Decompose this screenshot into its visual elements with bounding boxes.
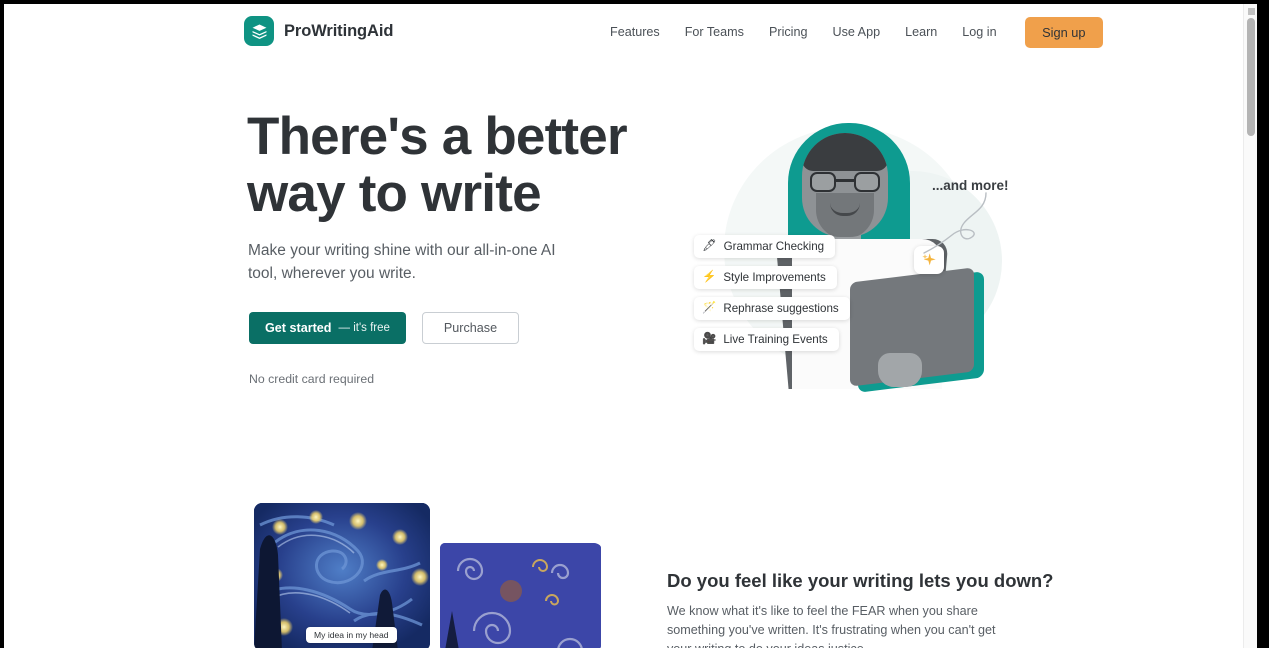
scrollbar-up-arrow[interactable]	[1247, 8, 1255, 15]
feather-pen-icon: 🖋	[702, 239, 717, 252]
image-collage: My idea in my head	[254, 503, 601, 648]
feature-pill-label: Grammar Checking	[723, 240, 825, 253]
feature-pill-label: Live Training Events	[723, 333, 828, 346]
hero-illustration: 🖋 Grammar Checking ⚡ Style Improvements …	[664, 99, 1034, 399]
nav-item-learn[interactable]: Learn	[893, 16, 950, 48]
pointer-loop-line	[923, 192, 987, 254]
browser-viewport: ProWritingAid Features For Teams Pricing…	[4, 4, 1257, 648]
hero-cta-group: Get started — it's free Purchase	[249, 312, 520, 344]
hero-subtitle: Make your writing shine with our all-in-…	[248, 242, 556, 282]
brand-logo-link[interactable]: ProWritingAid	[244, 16, 393, 46]
feature-pill-rephrase-suggestions: 🪄 Rephrase suggestions	[694, 297, 850, 320]
glasses-icon	[810, 172, 880, 192]
scrollbar-thumb[interactable]	[1247, 18, 1255, 136]
video-camera-icon: 🎥	[702, 332, 717, 345]
lightning-bolt-icon: ⚡	[702, 270, 717, 283]
no-credit-card-note: No credit card required	[249, 372, 375, 386]
feature-pill-style-improvements: ⚡ Style Improvements	[694, 266, 837, 289]
starry-night-painting: My idea in my head	[254, 503, 430, 648]
nav-item-log-in[interactable]: Log in	[950, 16, 1009, 48]
sign-up-button[interactable]: Sign up	[1025, 16, 1103, 48]
and-more-annotation: ...and more!	[932, 178, 1009, 193]
glasses-bridge	[836, 179, 854, 182]
magic-wand-icon: 🪄	[702, 301, 717, 314]
starry-night-caption: My idea in my head	[306, 627, 397, 643]
head	[802, 133, 888, 237]
section-heading: Do you feel like your writing lets you d…	[667, 570, 1054, 591]
page-content: ProWritingAid Features For Teams Pricing…	[4, 4, 1247, 648]
glasses-lens-left	[810, 172, 836, 192]
get-started-button[interactable]: Get started — it's free	[249, 312, 406, 344]
feature-pill-label: Rephrase suggestions	[723, 302, 839, 315]
hero-title: There's a better way to write	[247, 107, 628, 223]
glasses-lens-right	[854, 172, 880, 192]
nav-item-features[interactable]: Features	[602, 16, 672, 48]
hand	[878, 353, 922, 387]
feature-pill-live-training-events: 🎥 Live Training Events	[694, 328, 839, 351]
site-header: ProWritingAid Features For Teams Pricing…	[4, 4, 1247, 60]
nav-item-pricing[interactable]: Pricing	[756, 16, 820, 48]
prowritingaid-book-logo-icon	[244, 16, 274, 46]
feature-pill-label: Style Improvements	[723, 271, 826, 284]
page-scrollbar[interactable]	[1243, 4, 1257, 648]
brand-name: ProWritingAid	[284, 21, 394, 40]
get-started-label: Get started	[265, 321, 332, 335]
section-body-text: We know what it's like to feel the FEAR …	[667, 604, 996, 648]
purchase-button[interactable]: Purchase	[421, 312, 520, 344]
get-started-free-note: — it's free	[338, 322, 390, 334]
nav-item-use-app[interactable]: Use App	[820, 16, 893, 48]
nav-item-for-teams[interactable]: For Teams	[672, 16, 756, 48]
amateur-sketch-panel	[437, 540, 601, 648]
hair	[802, 133, 888, 171]
main-navigation: Features For Teams Pricing Use App Learn…	[602, 16, 1103, 48]
feature-pill-list: 🖋 Grammar Checking ⚡ Style Improvements …	[694, 235, 850, 351]
feature-pill-grammar-checking: 🖋 Grammar Checking	[694, 235, 836, 258]
